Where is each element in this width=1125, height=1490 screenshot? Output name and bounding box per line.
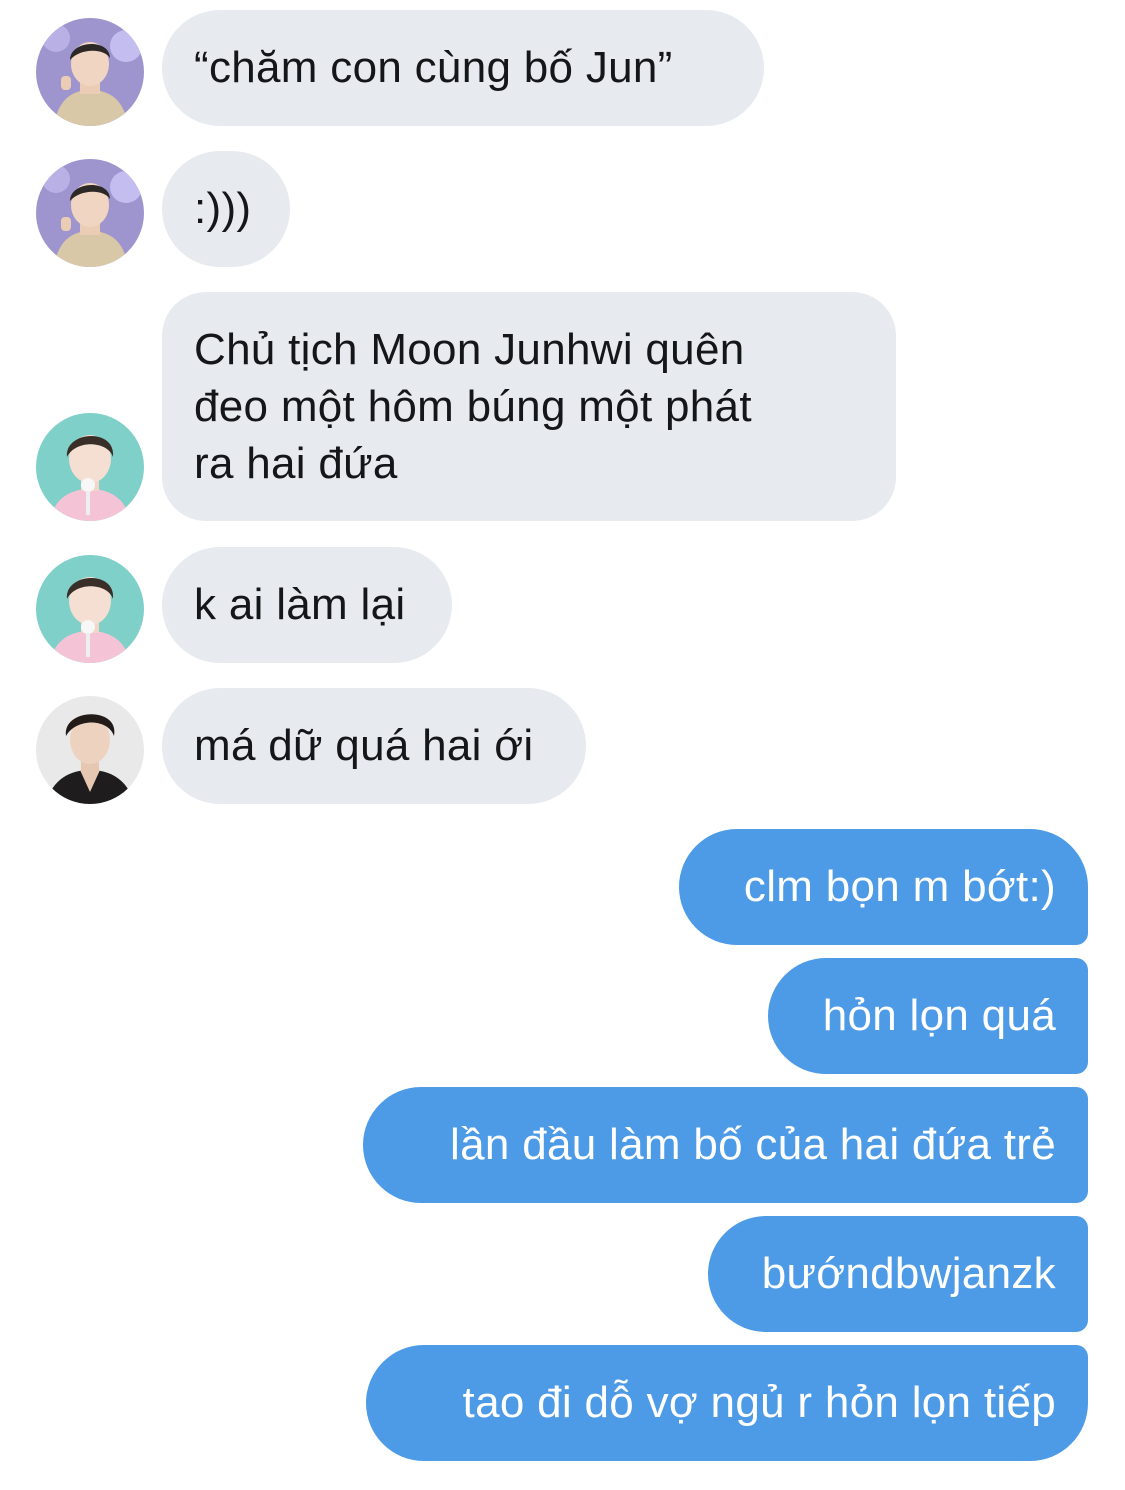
avatar-photo-icon [36,413,144,521]
avatar-photo-icon [36,555,144,663]
message-bubble-outgoing[interactable]: hỏn lọn quá [768,958,1088,1074]
message-bubble-incoming[interactable]: má dữ quá hai ới [162,688,586,804]
message-text: tao đi dỗ vợ ngủ r hỏn lọn tiếp [462,1378,1056,1427]
avatar-photo-icon [36,696,144,804]
chat-thread: “chăm con cùng bố Jun” :))) Chủ tịch Moo… [0,0,1125,1490]
message-text: “chăm con cùng bố Jun” [194,43,673,92]
avatar[interactable] [36,413,144,521]
avatar-photo-icon [36,18,144,126]
message-bubble-outgoing[interactable]: lần đầu làm bố của hai đứa trẻ [363,1087,1088,1203]
message-text: :))) [194,184,252,233]
message-bubble-outgoing[interactable]: clm bọn m bớt:) [679,829,1088,945]
avatar[interactable] [36,159,144,267]
message-bubble-incoming[interactable]: :))) [162,151,290,267]
avatar[interactable] [36,555,144,663]
message-text: bướndbwjanzk [761,1249,1056,1298]
message-bubble-incoming[interactable]: “chăm con cùng bố Jun” [162,10,764,126]
message-bubble-incoming[interactable]: k ai làm lại [162,547,452,663]
message-bubble-incoming[interactable]: Chủ tịch Moon Junhwi quên đeo một hôm bú… [162,292,896,521]
message-bubble-outgoing[interactable]: bướndbwjanzk [708,1216,1088,1332]
message-text: hỏn lọn quá [822,991,1056,1040]
message-text: đeo một hôm búng một phát [194,382,752,431]
message-text: ra hai đứa [194,439,398,488]
message-text: lần đầu làm bố của hai đứa trẻ [450,1120,1056,1169]
message-text: Chủ tịch Moon Junhwi quên [194,325,745,374]
message-text: má dữ quá hai ới [194,721,534,770]
avatar[interactable] [36,696,144,804]
message-text: k ai làm lại [194,580,406,629]
avatar[interactable] [36,18,144,126]
message-text: clm bọn m bớt:) [743,862,1056,911]
message-bubble-outgoing[interactable]: tao đi dỗ vợ ngủ r hỏn lọn tiếp [366,1345,1088,1461]
avatar-photo-icon [36,159,144,267]
